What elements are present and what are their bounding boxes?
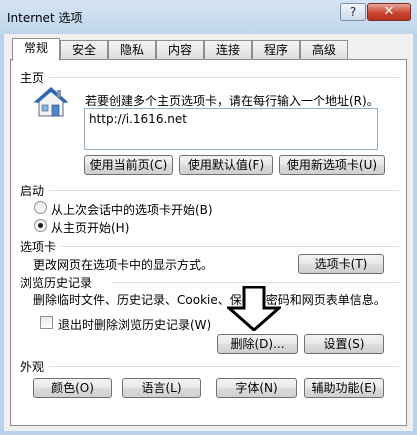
- tab-security[interactable]: 安全: [60, 40, 108, 60]
- history-description: 删除临时文件、历史记录、Cookie、保存的密码和网页表单信息。: [33, 293, 386, 307]
- down-arrow-icon: [227, 286, 281, 331]
- tabs-settings-button[interactable]: 选项卡(T): [298, 254, 384, 274]
- radio-last-session[interactable]: [34, 201, 47, 214]
- homepage-url-field[interactable]: http://i.1616.net: [84, 108, 378, 150]
- tabs-separator: [61, 246, 399, 247]
- tab-advanced[interactable]: 高级: [300, 40, 348, 60]
- colors-button[interactable]: 颜色(O): [33, 378, 112, 398]
- general-panel: 主页 若要创建多个主页选项卡，请在每行输入一个地址(R)。 http://i.1…: [10, 59, 407, 426]
- use-new-tab-button[interactable]: 使用新选项卡(U): [279, 155, 385, 175]
- delete-on-exit-checkbox[interactable]: [40, 316, 53, 329]
- radio-start-home-label[interactable]: 从主页开始(H): [51, 219, 129, 236]
- homepage-description: 若要创建多个主页选项卡，请在每行输入一个地址(R)。: [85, 94, 379, 108]
- startup-section-label: 启动: [20, 184, 45, 198]
- history-settings-button[interactable]: 设置(S): [304, 334, 384, 354]
- close-button[interactable]: ✕: [367, 3, 411, 21]
- help-button[interactable]: ?: [340, 3, 366, 21]
- tabs-section-label: 选项卡: [20, 240, 57, 254]
- homepage-section-label: 主页: [20, 71, 45, 85]
- tab-programs[interactable]: 程序: [252, 40, 300, 60]
- accessibility-button[interactable]: 辅助功能(E): [304, 378, 384, 398]
- house-icon: [33, 87, 69, 117]
- appearance-separator: [49, 366, 399, 367]
- startup-separator: [49, 190, 399, 191]
- delete-on-exit-label[interactable]: 退出时删除浏览历史记录(W): [58, 316, 211, 333]
- tabs-description: 更改网页在选项卡中的显示方式。: [33, 258, 214, 272]
- dialog-client: 常规 安全 隐私 内容 连接 程序 高级 主页 若要创建多个主页选项卡，请在每行…: [4, 34, 413, 431]
- use-default-button[interactable]: 使用默认值(F): [179, 155, 273, 175]
- fonts-button[interactable]: 字体(N): [216, 378, 297, 398]
- appearance-section-label: 外观: [20, 360, 45, 374]
- tab-content[interactable]: 内容: [156, 40, 204, 60]
- tab-privacy[interactable]: 隐私: [108, 40, 156, 60]
- radio-last-session-label[interactable]: 从上次会话中的选项卡开始(B): [51, 201, 213, 218]
- history-separator: [111, 282, 399, 283]
- use-current-button[interactable]: 使用当前页(C): [84, 155, 173, 175]
- window-title: Internet 选项: [7, 11, 83, 25]
- delete-history-button[interactable]: 删除(D)...: [217, 334, 298, 354]
- tab-connections[interactable]: 连接: [204, 40, 252, 60]
- title-bar: Internet 选项 ? ✕: [0, 0, 417, 34]
- tab-general[interactable]: 常规: [12, 38, 60, 61]
- radio-start-home[interactable]: [34, 219, 47, 232]
- homepage-separator: [49, 77, 399, 78]
- languages-button[interactable]: 语言(L): [122, 378, 201, 398]
- history-section-label: 浏览历史记录: [20, 276, 93, 290]
